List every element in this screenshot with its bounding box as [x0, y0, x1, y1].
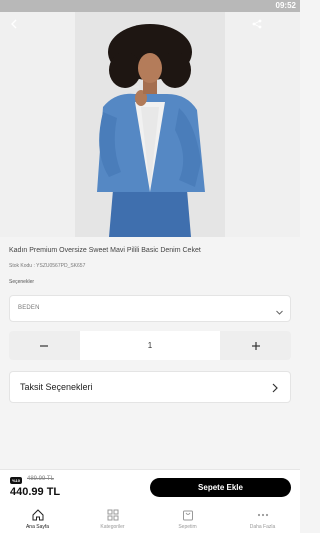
tab-home[interactable]: Ana Sayfa [0, 505, 75, 533]
share-icon[interactable] [249, 16, 265, 32]
tab-more[interactable]: Daha Fazla [225, 505, 300, 533]
minus-icon [40, 344, 48, 347]
size-select-value: BEDEN [18, 305, 40, 311]
more-icon [225, 508, 300, 522]
product-title: Kadın Premium Oversize Sweet Mavi Pilili… [9, 247, 201, 254]
product-sku: Stok Kodu : YSZU0567PD_SK657 [9, 263, 86, 269]
chevron-down-icon [275, 304, 284, 322]
chevron-right-icon [270, 381, 280, 399]
size-select[interactable]: BEDEN [9, 295, 291, 322]
status-bar: 09:52 [0, 0, 300, 12]
product-gallery[interactable] [0, 12, 300, 237]
home-icon [0, 508, 75, 522]
bottom-tab-bar: Ana Sayfa Kategoriler Sepetim Daha Fazla [0, 505, 300, 533]
decrease-quantity-button[interactable] [9, 331, 79, 360]
options-label: Seçenekler [9, 279, 35, 285]
discount-badge: %10 [10, 477, 23, 484]
old-price: 489.99 TL [27, 476, 54, 482]
add-to-cart-button[interactable]: Sepete Ekle [150, 478, 291, 497]
installment-options-button[interactable]: Taksit Seçenekleri [9, 371, 291, 403]
tab-categories-label: Kategoriler [100, 524, 125, 530]
tab-more-label: Daha Fazla [249, 524, 276, 530]
back-icon[interactable] [6, 16, 22, 32]
status-time: 09:52 [275, 1, 296, 10]
product-image[interactable] [75, 12, 225, 237]
quantity-stepper[interactable]: 1 [9, 331, 291, 360]
installment-options-label: Taksit Seçenekleri [20, 382, 93, 392]
tab-categories[interactable]: Kategoriler [75, 505, 150, 533]
plus-icon [252, 341, 260, 350]
grid-icon [75, 508, 150, 522]
tab-home-label: Ana Sayfa [25, 524, 50, 530]
current-price: 440.99 TL [10, 486, 61, 498]
tab-cart[interactable]: Sepetim [150, 505, 225, 533]
purchase-bar: %10 489.99 TL 440.99 TL Sepete Ekle [0, 469, 300, 505]
quantity-value[interactable]: 1 [80, 331, 220, 360]
tab-cart-label: Sepetim [178, 524, 197, 530]
increase-quantity-button[interactable] [221, 331, 291, 360]
basket-icon [150, 508, 225, 522]
